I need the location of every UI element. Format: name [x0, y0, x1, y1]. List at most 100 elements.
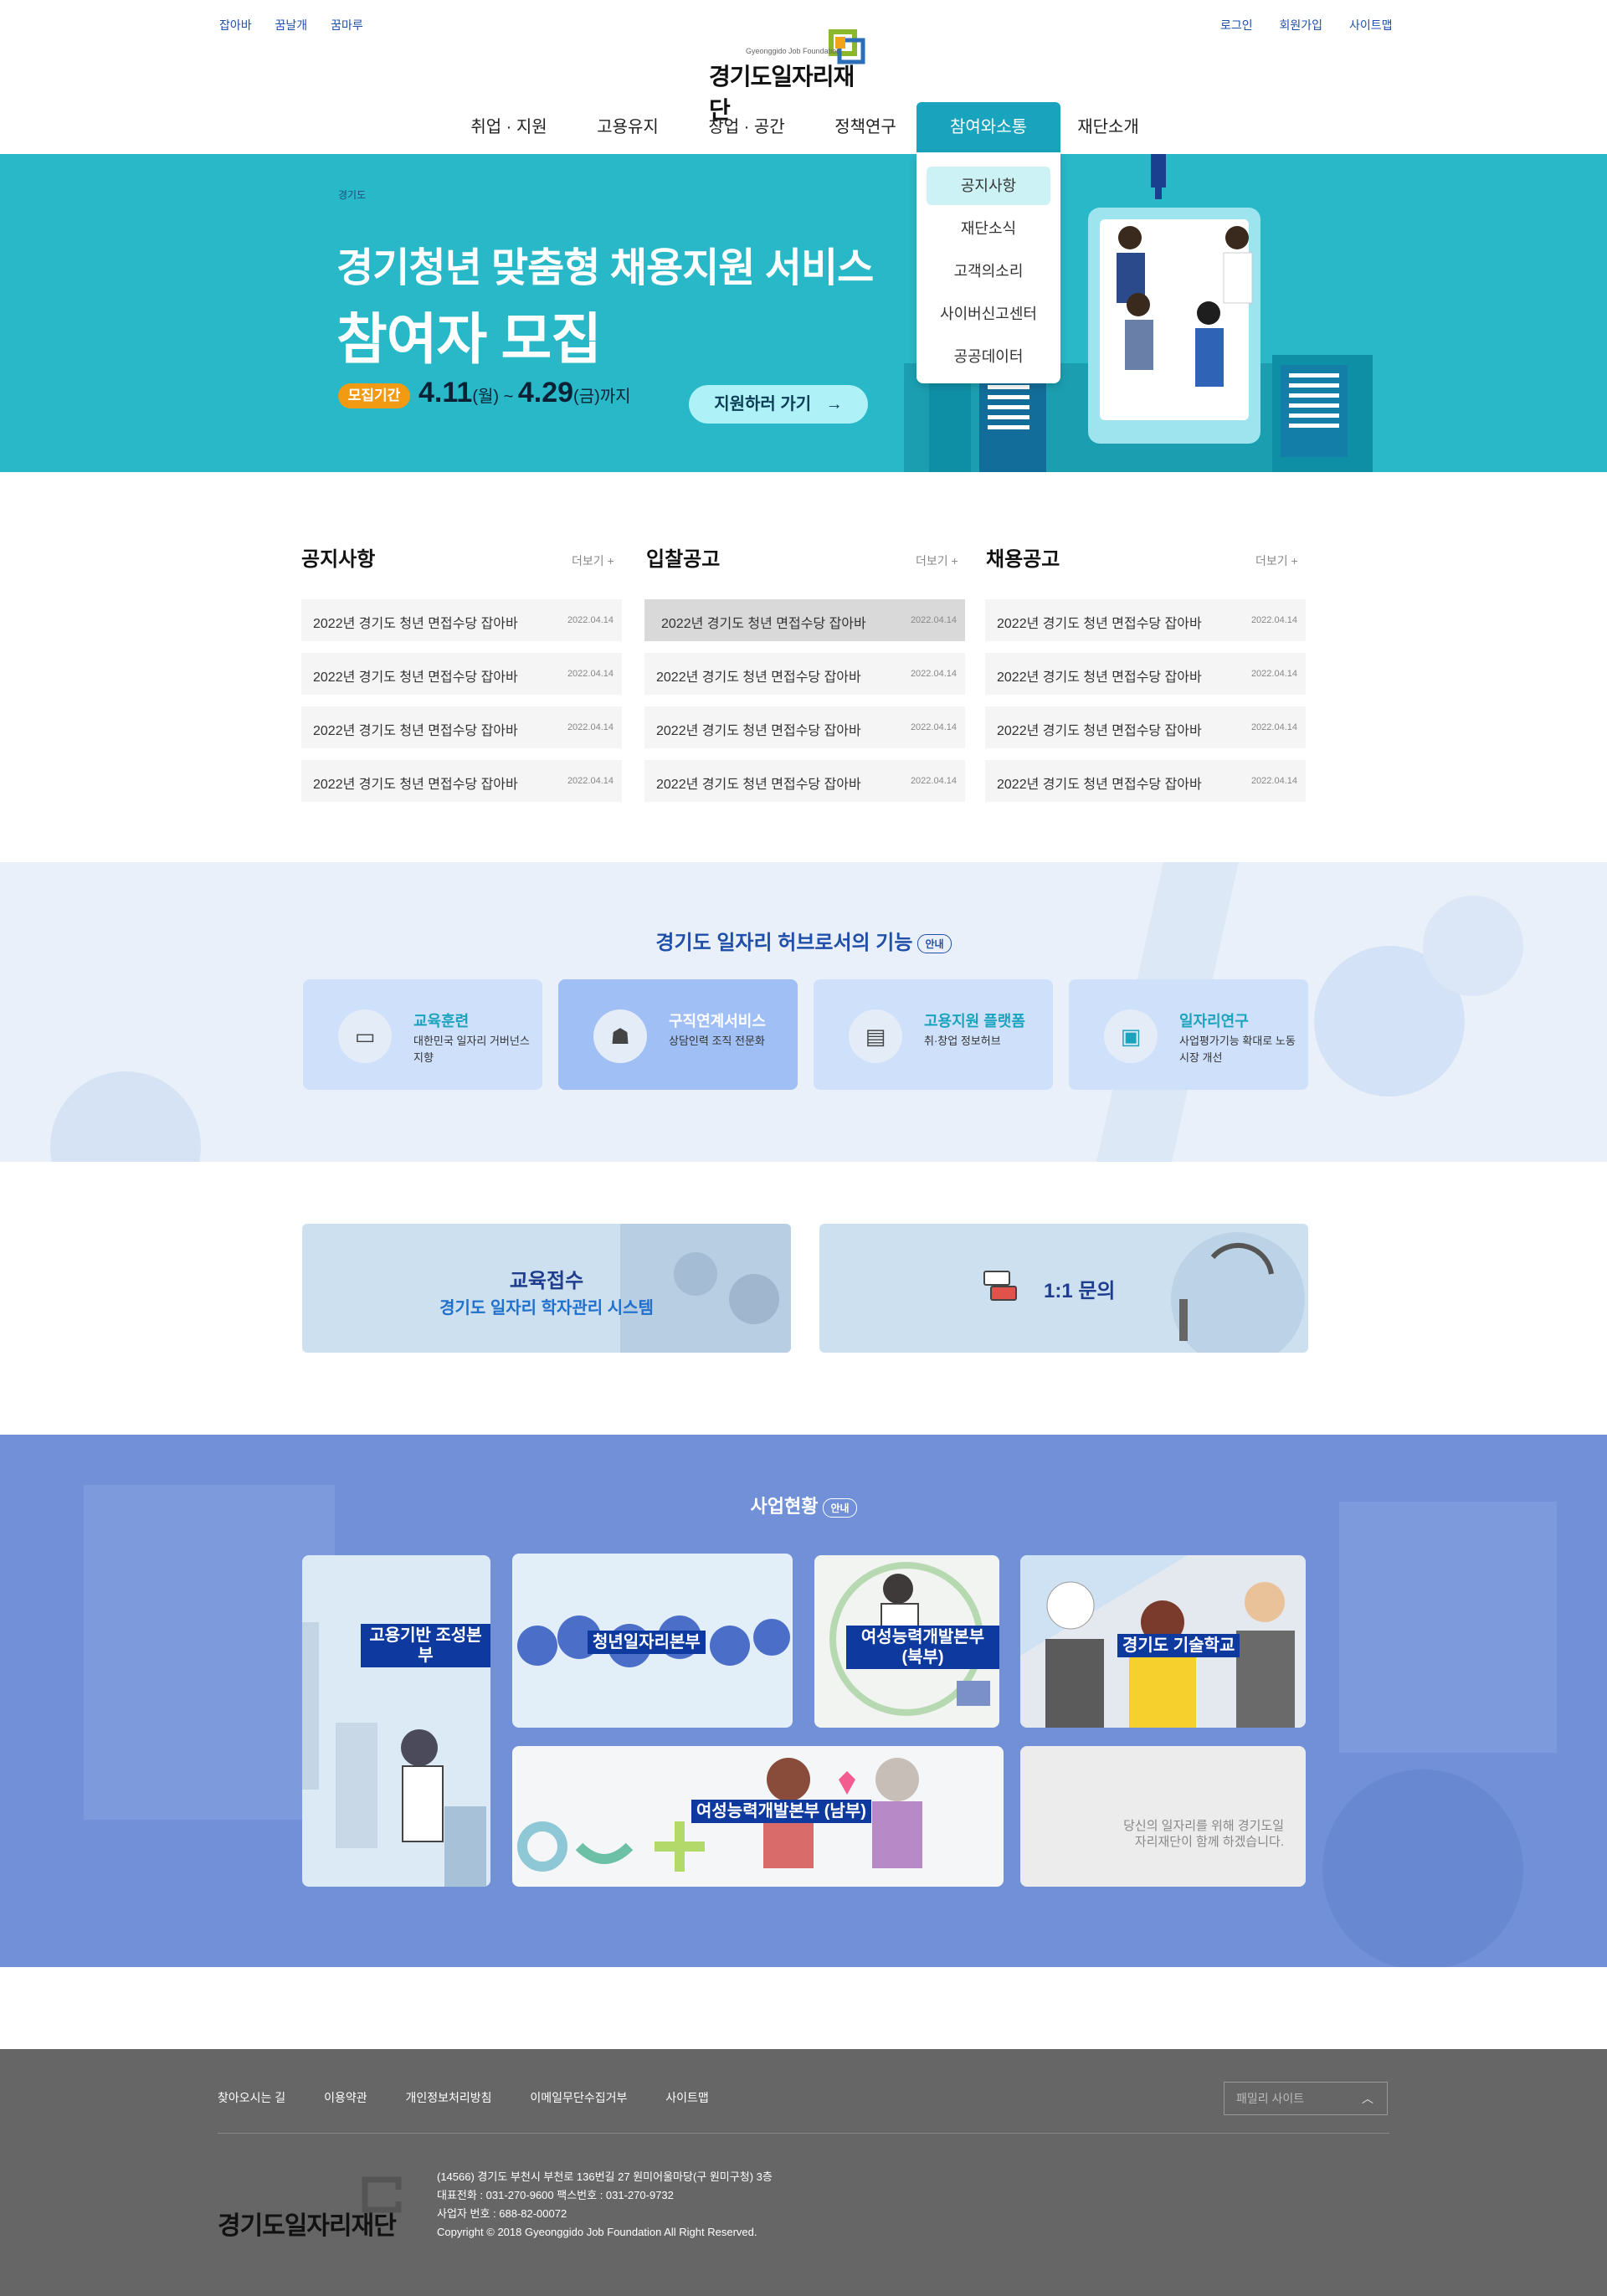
apply-button-label: 지원하러 가기 — [714, 395, 812, 413]
family-site-select[interactable]: 패밀리 사이트 ︿ — [1224, 2082, 1388, 2115]
row-date: 2022.04.14 — [567, 615, 614, 625]
login-link[interactable]: 로그인 — [1220, 18, 1253, 32]
more-link-notice[interactable]: 더보기 + — [572, 552, 614, 569]
board-title-bid: 입찰공고 — [646, 548, 721, 571]
edu-subtitle: 경기도 일자리 학자관리 시스템 — [439, 1299, 654, 1318]
footer-link-privacy[interactable]: 개인정보처리방침 — [405, 2091, 491, 2104]
document-icon: ▤ — [849, 1009, 902, 1063]
banner-gyeonggi-logo: 경기도 — [338, 189, 367, 201]
business-info-badge[interactable]: 안내 — [823, 1497, 857, 1518]
board-row[interactable]: 2022년 경기도 청년 면접수당 잡아바 2022.04.14 — [301, 706, 622, 748]
row-date: 2022.04.14 — [1250, 722, 1297, 732]
dropdown-item-voice[interactable]: 고객의소리 — [927, 252, 1050, 290]
more-link-bid[interactable]: 더보기 + — [916, 552, 958, 569]
board-title-notice: 공지사항 — [301, 548, 376, 571]
more-link-recruit[interactable]: 더보기 + — [1255, 552, 1298, 569]
feature-card-training[interactable]: ▭ 교육훈련 대한민국 일자리 거버넌스 지향 — [303, 979, 542, 1090]
footer-link-terms[interactable]: 이용약관 — [324, 2091, 367, 2104]
sitemap-link[interactable]: 사이트맵 — [1349, 18, 1393, 32]
footer-phone: 대표전화 : 031-270-9600 팩스번호 : 031-270-9732 — [437, 2189, 674, 2201]
card-youth-jobs[interactable]: 청년일자리본부 — [512, 1554, 793, 1728]
footer-link-directions[interactable]: 찾아오시는 길 — [218, 2091, 285, 2104]
board-row[interactable]: 2022년 경기도 청년 면접수당 잡아바 2022.04.14 — [644, 706, 965, 748]
card-label: 경기도 기술학교 — [1117, 1634, 1240, 1657]
nav-about[interactable]: 재단소개 — [1066, 102, 1150, 152]
nav-policy[interactable]: 정책연구 — [824, 102, 907, 152]
footer-link-email-policy[interactable]: 이메일무단수집거부 — [530, 2091, 627, 2104]
presentation-icon: ▭ — [338, 1009, 392, 1063]
signup-link[interactable]: 회원가입 — [1280, 18, 1323, 32]
feature-card-job-matching[interactable]: ☗ 구직연계서비스 상담인력 조직 전문화 — [558, 979, 798, 1090]
dropdown-item-public-data[interactable]: 공공데이터 — [927, 337, 1050, 376]
recruit-period: 4.11(월) ~ 4.29(금)까지 — [418, 377, 631, 409]
board-row[interactable]: 2022년 경기도 청년 면접수당 잡아바 2022.04.14 — [644, 653, 965, 695]
card-women-south[interactable]: 여성능력개발본부 (남부) — [512, 1746, 1004, 1887]
util-link-dream-maru[interactable]: 꿈마루 — [331, 18, 363, 32]
board-row[interactable]: 2022년 경기도 청년 면접수당 잡아바 2022.04.14 — [985, 599, 1306, 641]
nav-participation[interactable]: 참여와소통 — [916, 102, 1060, 152]
feature-desc: 취·창업 정보허브 — [924, 1035, 1001, 1047]
board-row[interactable]: 2022년 경기도 청년 면접수당 잡아바 2022.04.14 — [301, 653, 622, 695]
row-date: 2022.04.14 — [567, 722, 614, 732]
row-date: 2022.04.14 — [910, 615, 957, 625]
edu-title: 교육접수 — [509, 1270, 584, 1292]
board-row[interactable]: 2022년 경기도 청년 면접수당 잡아바 2022.04.14 — [301, 599, 622, 641]
footer-link-sitemap[interactable]: 사이트맵 — [665, 2091, 709, 2104]
feature-desc: 사업평가기능 확대로 노동시장 개선 — [1179, 1035, 1296, 1064]
footer-divider — [218, 2133, 1389, 2134]
card-illustration — [302, 1622, 486, 1887]
nav-employment[interactable]: 취업 · 지원 — [459, 102, 559, 152]
apply-button[interactable]: 지원하러 가기 → — [689, 385, 868, 424]
dropdown-item-notice[interactable]: 공지사항 — [927, 167, 1050, 205]
business-title-text: 사업현황 — [750, 1496, 819, 1517]
board-row[interactable]: 2022년 경기도 청년 면접수당 잡아바 2022.04.14 — [985, 760, 1306, 802]
card-tech-school[interactable]: 경기도 기술학교 — [1020, 1555, 1306, 1728]
footer-links: 찾아오시는 길 이용약관 개인정보처리방침 이메일무단수집거부 사이트맵 — [218, 2089, 744, 2106]
period-badge: 모집기간 — [338, 383, 410, 408]
row-title: 2022년 경기도 청년 면접수당 잡아바 — [661, 617, 866, 631]
feature-card-platform[interactable]: ▤ 고용지원 플랫폼 취·창업 정보허브 — [814, 979, 1053, 1090]
board-row[interactable]: 2022년 경기도 청년 면접수당 잡아바 2022.04.14 — [985, 653, 1306, 695]
row-title: 2022년 경기도 청년 면접수당 잡아바 — [313, 617, 518, 631]
row-title: 2022년 경기도 청년 면접수당 잡아바 — [313, 778, 518, 792]
util-left: 잡아바 꿈날개 꿈마루 — [219, 17, 383, 33]
features-section — [0, 862, 1607, 1162]
footer-bizno: 사업자 번호 : 688-82-00072 — [437, 2207, 567, 2220]
board-row[interactable]: 2022년 경기도 청년 면접수당 잡아바 2022.04.14 — [985, 706, 1306, 748]
inquiry-banner[interactable]: 1:1 문의 — [819, 1224, 1308, 1353]
row-title: 2022년 경기도 청년 면접수당 잡아바 — [656, 778, 861, 792]
util-link-jobaba[interactable]: 잡아바 — [219, 18, 252, 32]
features-info-badge[interactable]: 안내 — [917, 934, 952, 954]
feature-title: 구직연계서비스 — [669, 1013, 766, 1030]
nav-startup[interactable]: 창업 · 공간 — [696, 102, 797, 152]
edu-registration-banner[interactable]: 교육접수 경기도 일자리 학자관리 시스템 — [302, 1224, 791, 1353]
feature-title: 교육훈련 — [413, 1013, 470, 1030]
feature-card-research[interactable]: ▣ 일자리연구 사업평가기능 확대로 노동시장 개선 — [1069, 979, 1308, 1090]
card-label: 여성능력개발본부 (남부) — [691, 1800, 871, 1823]
board-row[interactable]: 2022년 경기도 청년 면접수당 잡아바 2022.04.14 — [301, 760, 622, 802]
briefcase-icon: ▣ — [1104, 1009, 1158, 1063]
util-link-dream-wing[interactable]: 꿈날개 — [275, 18, 308, 32]
feature-title: 일자리연구 — [1179, 1013, 1249, 1030]
card-women-north[interactable]: 여성능력개발본부 (북부) — [814, 1555, 999, 1728]
card-employment-base[interactable]: 고용기반 조성본부 — [302, 1555, 490, 1887]
slogan-text: 당신의 일자리를 위해 경기도일자리재단이 함께 하겠습니다. — [1123, 1819, 1284, 1849]
footer-copyright: Copyright © 2018 Gyeonggido Job Foundati… — [437, 2226, 757, 2238]
date-separator: ~ — [499, 388, 518, 406]
board-row[interactable]: 2022년 경기도 청년 면접수당 잡아바 2022.04.14 — [644, 760, 965, 802]
row-title: 2022년 경기도 청년 면접수당 잡아바 — [997, 724, 1202, 738]
row-title: 2022년 경기도 청년 면접수당 잡아바 — [997, 778, 1202, 792]
board-row[interactable]: 2022년 경기도 청년 면접수당 잡아바 2022.04.14 — [644, 599, 965, 641]
chat-icon — [983, 1271, 1017, 1304]
row-date: 2022.04.14 — [910, 722, 957, 732]
dropdown-item-news[interactable]: 재단소식 — [927, 209, 1050, 248]
counseling-icon: ☗ — [593, 1009, 647, 1063]
dropdown-item-cyber-report[interactable]: 사이버신고센터 — [927, 295, 1050, 333]
chevron-up-icon: ︿ — [1362, 2092, 1373, 2105]
row-title: 2022년 경기도 청년 면접수당 잡아바 — [313, 670, 518, 685]
site-logo[interactable]: Gyeonggido Job Foundation 경기도일자리재단 — [707, 28, 875, 123]
business-title: 사업현황 안내 — [0, 1492, 1607, 1518]
nav-job-retention[interactable]: 고용유지 — [586, 102, 670, 152]
row-date: 2022.04.14 — [1250, 615, 1297, 625]
card-label: 고용기반 조성본부 — [361, 1624, 490, 1667]
